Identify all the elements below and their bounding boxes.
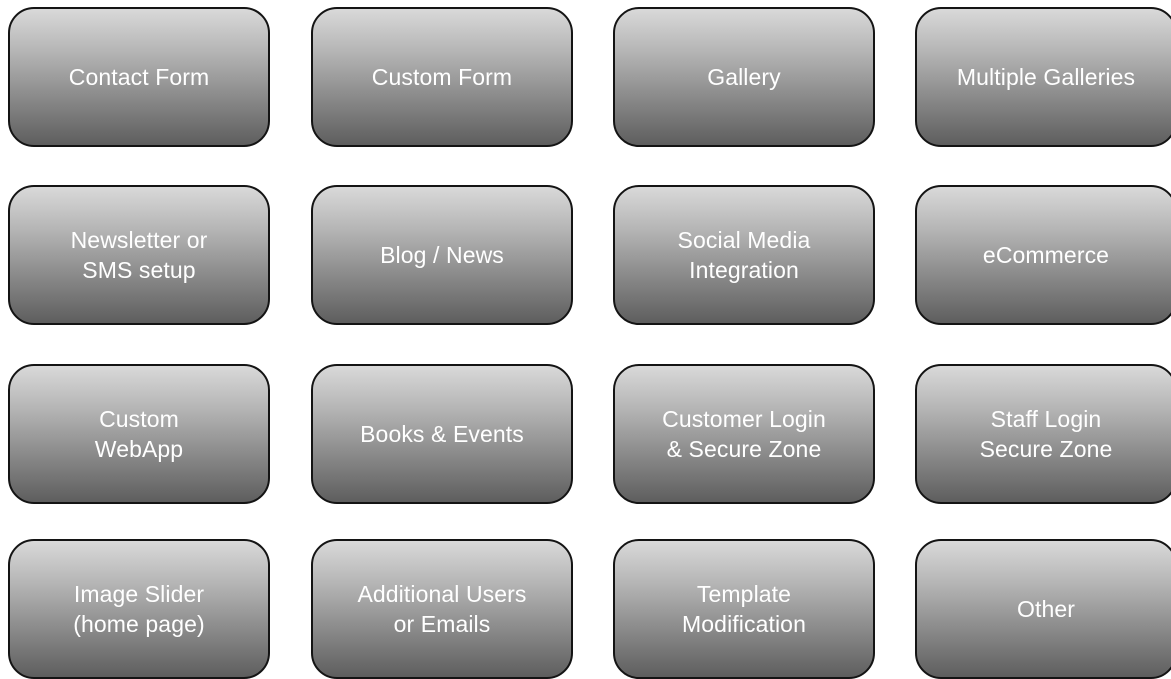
- gallery-button[interactable]: Gallery: [613, 7, 875, 147]
- tile-label: Other: [1016, 596, 1076, 622]
- tile-label: Image Slider (home page): [73, 581, 205, 637]
- customer-login-secure-zone-button[interactable]: Customer Login & Secure Zone: [613, 364, 875, 504]
- template-modification-button[interactable]: Template Modification: [613, 539, 875, 679]
- tile-label: Blog / News: [380, 242, 504, 268]
- staff-login-secure-zone-button[interactable]: Staff Login Secure Zone: [915, 364, 1171, 504]
- custom-form-button[interactable]: Custom Form: [311, 7, 573, 147]
- tile-label: Social Media Integration: [677, 227, 811, 283]
- social-media-integration-button[interactable]: Social Media Integration: [613, 185, 875, 325]
- tile-label: Custom WebApp: [94, 406, 184, 462]
- tile-label: Contact Form: [68, 64, 210, 90]
- other-button[interactable]: Other: [915, 539, 1171, 679]
- custom-webapp-button[interactable]: Custom WebApp: [8, 364, 270, 504]
- ecommerce-button[interactable]: eCommerce: [915, 185, 1171, 325]
- blog-news-button[interactable]: Blog / News: [311, 185, 573, 325]
- newsletter-sms-button[interactable]: Newsletter or SMS setup: [8, 185, 270, 325]
- tile-label: Custom Form: [371, 64, 513, 90]
- tile-label: eCommerce: [982, 242, 1110, 268]
- tile-label: Books & Events: [360, 421, 524, 447]
- tile-label: Gallery: [707, 64, 781, 90]
- books-events-button[interactable]: Books & Events: [311, 364, 573, 504]
- tile-label: Customer Login & Secure Zone: [662, 406, 826, 462]
- tile-label: Template Modification: [682, 581, 806, 637]
- image-slider-button[interactable]: Image Slider (home page): [8, 539, 270, 679]
- tile-label: Additional Users or Emails: [357, 581, 527, 637]
- multiple-galleries-button[interactable]: Multiple Galleries: [915, 7, 1171, 147]
- additional-users-emails-button[interactable]: Additional Users or Emails: [311, 539, 573, 679]
- feature-options-grid: Contact Form Custom Form Gallery Multipl…: [0, 0, 1171, 679]
- tile-label: Multiple Galleries: [956, 64, 1136, 90]
- tile-label: Newsletter or SMS setup: [70, 227, 208, 283]
- contact-form-button[interactable]: Contact Form: [8, 7, 270, 147]
- tile-label: Staff Login Secure Zone: [979, 406, 1113, 462]
